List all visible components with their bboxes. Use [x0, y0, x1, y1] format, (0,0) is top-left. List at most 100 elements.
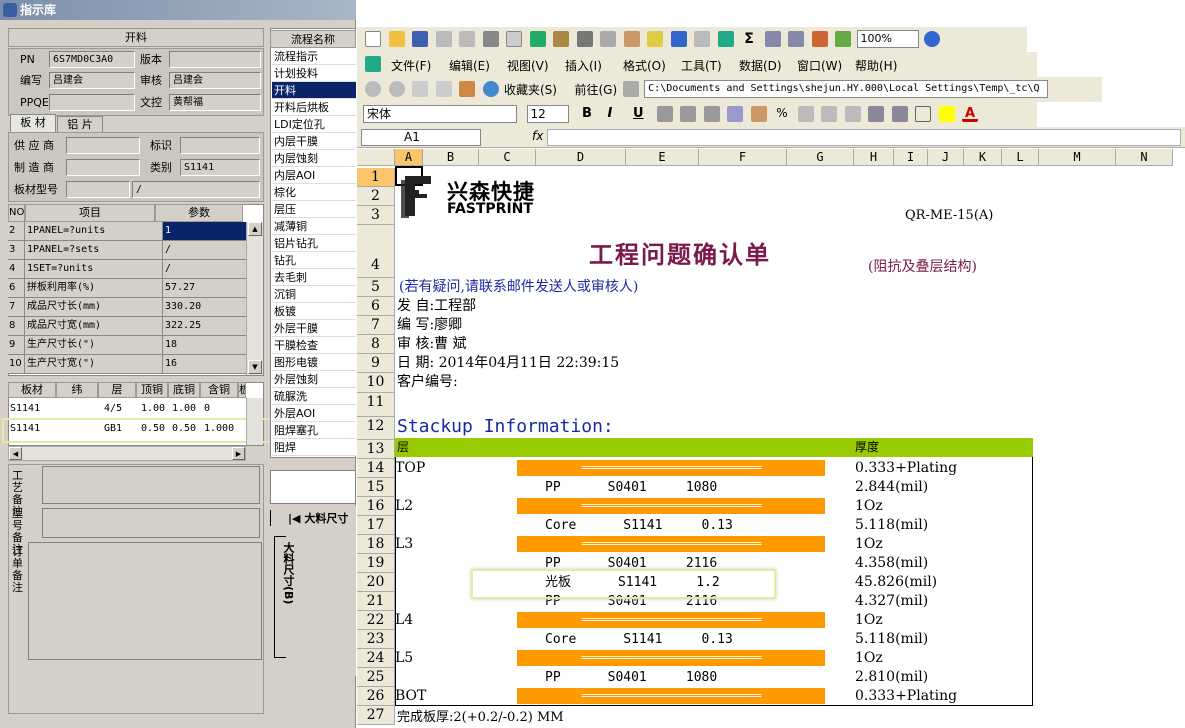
pn-field[interactable]: 6S7MD0C3A0 — [49, 51, 135, 68]
forward-icon[interactable] — [388, 81, 405, 97]
row-header[interactable]: 18 — [357, 535, 395, 554]
row-header[interactable]: 19 — [357, 554, 395, 573]
maker-field[interactable] — [66, 159, 140, 176]
materials-hscroll[interactable]: ◀ ▶ — [8, 446, 246, 461]
currency-icon[interactable] — [750, 106, 767, 122]
format-painter-icon[interactable] — [647, 31, 663, 47]
row-header[interactable]: 22 — [357, 611, 395, 630]
search-web-icon[interactable] — [482, 81, 499, 97]
row-header[interactable]: 8 — [357, 335, 395, 354]
redo-icon[interactable] — [694, 31, 710, 47]
flow-item[interactable]: 铝片钻孔 — [272, 235, 356, 252]
flow-item[interactable]: 沉铜 — [272, 286, 356, 303]
menu-view[interactable]: 视图(V) — [507, 57, 549, 74]
row-header[interactable]: 11 — [357, 393, 395, 417]
row-header[interactable]: 25 — [357, 668, 395, 687]
goto-menu[interactable]: 前往(G) — [574, 81, 617, 98]
new-icon[interactable] — [365, 31, 381, 47]
flow-item[interactable]: 开料 — [272, 82, 356, 99]
save-icon[interactable] — [412, 31, 428, 47]
undo-icon[interactable] — [670, 31, 687, 47]
research-icon[interactable] — [553, 31, 569, 47]
fill-color-icon[interactable] — [938, 106, 955, 122]
print-preview-icon[interactable] — [506, 31, 522, 47]
row-header[interactable]: 7 — [357, 316, 395, 335]
menu-format[interactable]: 格式(O) — [623, 57, 666, 74]
increase-decimal-icon[interactable] — [821, 106, 837, 122]
spelling-icon[interactable] — [529, 31, 546, 47]
column-header[interactable]: C — [479, 149, 536, 166]
process-remark-box[interactable] — [42, 466, 260, 504]
param-value[interactable]: / — [163, 260, 246, 278]
row-header[interactable]: 27 — [357, 706, 395, 725]
row-header[interactable]: 1 — [357, 168, 395, 187]
param-value[interactable]: 322.25 — [163, 317, 246, 335]
param-value[interactable]: / — [163, 241, 246, 259]
name-box[interactable]: A1 — [361, 129, 481, 146]
column-header[interactable]: H — [854, 149, 894, 166]
copy-icon[interactable] — [600, 31, 616, 47]
flow-item[interactable]: LDI定位孔 — [272, 116, 356, 133]
column-header[interactable]: D — [536, 149, 626, 166]
align-right-icon[interactable] — [703, 106, 720, 122]
font-select[interactable]: 宋体 — [363, 105, 517, 123]
stop-icon[interactable] — [412, 81, 428, 97]
material-row[interactable]: S1141 4/5 1.00 1.00 0 — [8, 400, 246, 418]
param-row[interactable]: 3 1PANEL=?sets / — [8, 241, 246, 260]
column-header[interactable]: I — [894, 149, 928, 166]
column-header[interactable]: G — [787, 149, 854, 166]
show-web-toolbar-icon[interactable] — [622, 81, 639, 97]
row-header[interactable]: 5 — [357, 278, 395, 297]
flow-item[interactable]: 棕化 — [272, 184, 356, 201]
row-header[interactable]: 4 — [357, 225, 395, 278]
row-header[interactable]: 20 — [357, 573, 395, 592]
align-left-icon[interactable] — [656, 106, 673, 122]
drawing-icon[interactable] — [835, 31, 851, 47]
flow-item[interactable]: 图形电镀 — [272, 354, 356, 371]
category-field[interactable]: S1141 — [180, 159, 260, 176]
material-field-2[interactable]: / — [132, 181, 260, 198]
scroll-up-icon[interactable]: ▲ — [248, 222, 262, 236]
home-icon[interactable] — [459, 81, 475, 97]
params-scrollbar[interactable]: ▲ ▼ — [246, 222, 263, 375]
flow-item[interactable]: 硫脲洗 — [272, 388, 356, 405]
menu-file[interactable]: 文件(F) — [391, 57, 431, 74]
flow-item[interactable]: 内层蚀刻 — [272, 150, 356, 167]
flow-item[interactable]: 内层AOI — [272, 167, 356, 184]
row-header[interactable]: 2 — [357, 187, 395, 206]
comma-icon[interactable] — [797, 106, 814, 122]
formula-input[interactable] — [547, 129, 1181, 146]
flow-item[interactable]: 外层AOI — [272, 405, 356, 422]
flow-item[interactable]: 阻焊塞孔 — [272, 422, 356, 439]
materials-scrollbar[interactable] — [246, 398, 263, 445]
merge-center-icon[interactable] — [727, 106, 743, 122]
row-header[interactable]: 24 — [357, 649, 395, 668]
column-header[interactable]: J — [928, 149, 964, 166]
flow-item[interactable]: 内层干膜 — [272, 133, 356, 150]
flow-item[interactable]: 板镀 — [272, 303, 356, 320]
version-field[interactable] — [169, 51, 261, 68]
flow-item[interactable]: 钻孔 — [272, 252, 356, 269]
row-header[interactable]: 21 — [357, 592, 395, 611]
scroll-down-icon[interactable]: ▼ — [248, 360, 262, 374]
flow-item[interactable]: 计划投料 — [272, 65, 356, 82]
param-value[interactable]: 57.27 — [163, 279, 246, 297]
select-all[interactable] — [357, 149, 395, 166]
column-header[interactable]: L — [1002, 149, 1039, 166]
size-select[interactable]: 12 — [526, 105, 569, 123]
percent-icon[interactable]: % — [774, 106, 790, 122]
scroll-right-icon[interactable]: ▶ — [232, 447, 245, 460]
column-header[interactable]: M — [1039, 149, 1116, 166]
row-header[interactable]: 10 — [357, 373, 395, 393]
fx-icon[interactable]: fx — [532, 129, 543, 143]
autosum-icon[interactable]: Σ — [741, 31, 757, 47]
menu-insert[interactable]: 插入(I) — [565, 57, 602, 74]
open-icon[interactable] — [388, 31, 405, 47]
row-header[interactable]: 17 — [357, 516, 395, 535]
row-header[interactable]: 16 — [357, 497, 395, 516]
param-value[interactable]: 330.20 — [163, 298, 246, 316]
flow-item[interactable]: 减薄铜 — [272, 218, 356, 235]
chart-icon[interactable] — [811, 31, 828, 47]
param-row[interactable]: 6 拼板利用率(%) 57.27 — [8, 279, 246, 298]
decrease-indent-icon[interactable] — [868, 106, 884, 122]
